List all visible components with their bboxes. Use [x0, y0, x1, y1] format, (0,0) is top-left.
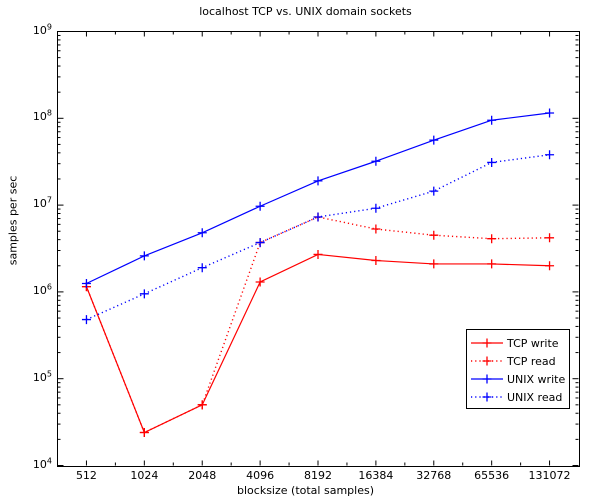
y-axis-label: samples per sec [6, 175, 20, 266]
legend-line-swatch [470, 354, 504, 368]
legend-label: TCP read [507, 354, 556, 368]
x-axis-label: blocksize (total samples) [237, 484, 374, 497]
y-tick-label: 109 [32, 21, 52, 37]
legend-item-tcp-write[interactable]: TCP write [470, 334, 566, 352]
y-tick-label: 108 [32, 108, 52, 124]
legend-line-swatch [470, 372, 504, 386]
legend-plus-marker [482, 338, 492, 348]
x-tick-label: 16384 [358, 469, 394, 482]
x-tick-label: 131072 [528, 469, 571, 482]
x-tick-label: 2048 [188, 469, 217, 482]
legend: TCP write TCP read UNIX write UNIX read [466, 329, 570, 409]
legend-item-unix-read[interactable]: UNIX read [470, 388, 566, 406]
legend-label: UNIX read [507, 390, 563, 404]
legend-line-swatch [470, 390, 504, 404]
legend-line-swatch [470, 336, 504, 350]
legend-item-unix-write[interactable]: UNIX write [470, 370, 566, 388]
chart-title: localhost TCP vs. UNIX domain sockets [199, 5, 412, 18]
y-tick-label: 104 [32, 455, 52, 471]
x-tick-label: 8192 [304, 469, 332, 482]
x-tick-label: 32768 [416, 469, 452, 482]
y-tick-label: 105 [32, 369, 52, 384]
x-tick-label: 512 [75, 469, 97, 482]
legend-plus-marker [482, 356, 492, 366]
y-tick-label: 107 [32, 195, 52, 211]
x-tick-label: 1024 [130, 469, 159, 482]
legend-label: UNIX write [507, 372, 566, 386]
legend-label: TCP write [507, 336, 559, 350]
x-tick-label: 65536 [474, 469, 510, 482]
legend-plus-marker [482, 392, 492, 402]
legend-item-tcp-read[interactable]: TCP read [470, 352, 566, 370]
y-tick-label: 106 [32, 282, 52, 297]
figure: localhost TCP vs. UNIX domain sockets 10… [0, 0, 611, 504]
x-tick-label: 4096 [246, 469, 275, 482]
legend-plus-marker [482, 374, 492, 384]
